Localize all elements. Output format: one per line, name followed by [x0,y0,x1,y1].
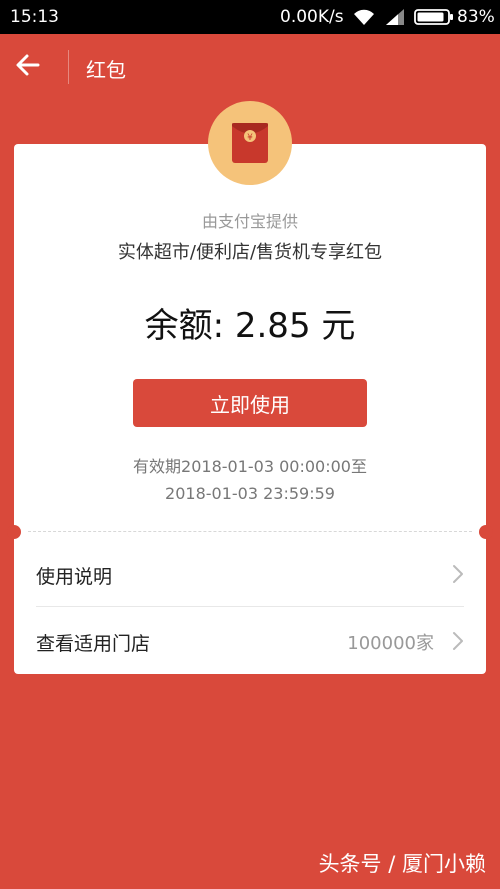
chevron-right-icon [453,565,463,583]
battery-icon [414,9,453,25]
validity-end: 2018-01-03 23:59:59 [165,484,335,503]
card-dashed-divider [28,531,472,532]
app-header: 红包 [0,34,500,100]
provider-text: 由支付宝提供 [201,212,298,231]
row-separator [36,606,464,607]
status-net-speed: 0.00K/s [280,7,344,27]
usage-instructions-row[interactable]: 使用说明 [36,541,464,607]
watermark-text: 头条号 / 厦门小赖 [318,852,486,876]
wifi-icon [354,9,374,25]
chevron-right-icon [453,632,463,650]
view-stores-row[interactable]: 查看适用门店 100000家 [36,608,464,674]
back-button[interactable] [14,51,54,83]
card-notch-left [7,525,21,539]
store-count: 100000家 [347,633,434,654]
red-envelope-yuan-icon: ¥ [232,123,268,163]
arrow-left-icon [16,54,40,76]
status-battery-percent: 83% [457,7,495,27]
status-bar: 15:13 0.00K/s 83% [0,0,500,34]
validity-period: 有效期2018-01-03 00:00:00至 2018-01-03 23:59… [14,453,486,507]
view-stores-label: 查看适用门店 [36,633,151,655]
svg-text:¥: ¥ [247,133,253,143]
validity-start: 有效期2018-01-03 00:00:00至 [133,457,367,476]
balance-amount: 余额: 2.85 元 [144,306,356,346]
use-now-button[interactable]: 立即使用 [133,379,367,427]
page-title: 红包 [86,58,126,82]
signal-icon [386,9,404,25]
card-notch-right [479,525,493,539]
header-divider [68,50,69,84]
red-envelope-badge: ¥ [208,101,292,185]
status-time: 15:13 [10,7,59,27]
packet-description: 实体超市/便利店/售货机专享红包 [117,242,383,263]
usage-instructions-label: 使用说明 [36,566,113,588]
